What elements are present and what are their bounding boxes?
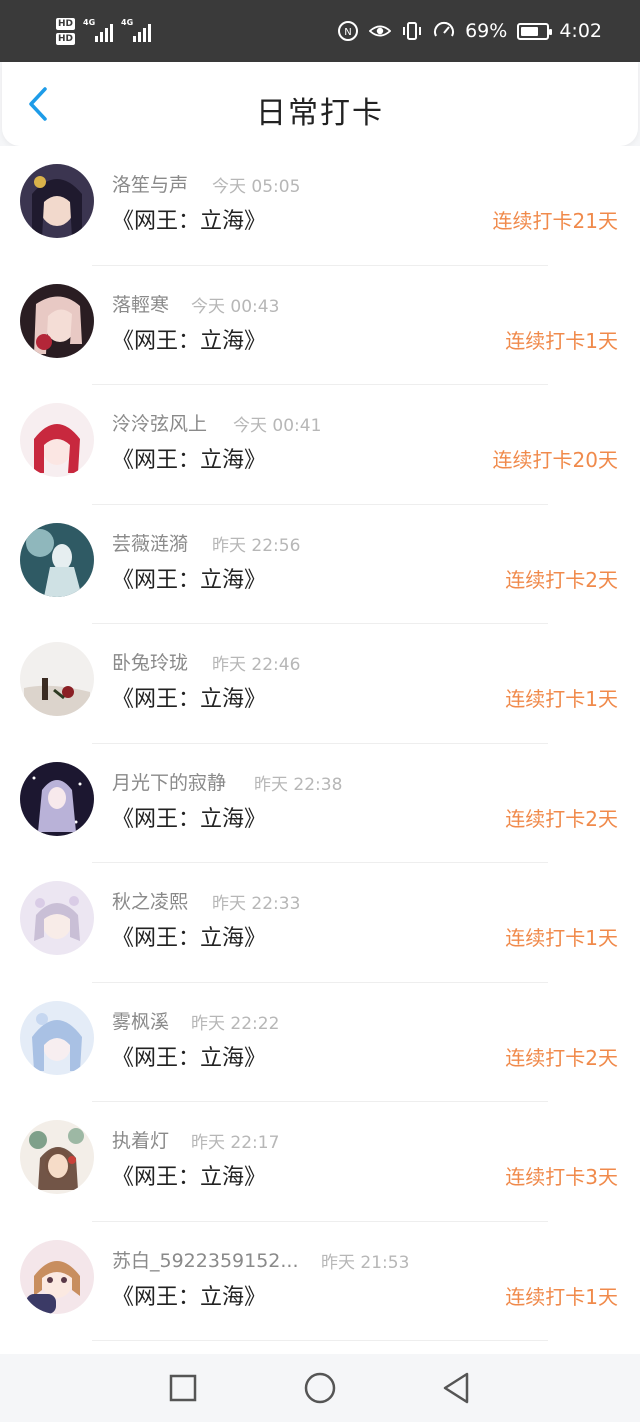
- list-item[interactable]: 泠泠弦风上 今天 00:41 《网王：立海》 连续打卡20天: [0, 385, 640, 505]
- list-item[interactable]: 苏白_5922359152... 昨天 21:53 《网王：立海》 连续打卡1天: [0, 1222, 640, 1341]
- user-name[interactable]: 芸薇涟漪: [112, 529, 188, 556]
- streak-label: 连续打卡2天: [505, 567, 618, 592]
- list-item[interactable]: 雾枫溪 昨天 22:22 《网王：立海》 连续打卡2天: [0, 983, 640, 1102]
- nav-back-button[interactable]: [436, 1368, 476, 1408]
- book-title[interactable]: 《网王：立海》: [112, 203, 266, 235]
- book-title[interactable]: 《网王：立海》: [112, 1040, 266, 1072]
- hd-badge-2: HD: [56, 32, 76, 45]
- status-right: N 69% 4:02: [337, 14, 602, 48]
- system-nav-bar: [0, 1354, 640, 1422]
- status-left: HD HD 4G 4G: [56, 12, 152, 50]
- book-title[interactable]: 《网王：立海》: [112, 323, 266, 355]
- list-item[interactable]: 月光下的寂静 昨天 22:38 《网王：立海》 连续打卡2天: [0, 744, 640, 863]
- list-item[interactable]: 落輕寒 今天 00:43 《网王：立海》 连续打卡1天: [0, 266, 640, 385]
- hd-badge-1: HD: [56, 17, 76, 30]
- checkin-time: 今天 00:43: [191, 296, 280, 317]
- avatar[interactable]: [20, 164, 94, 238]
- user-name[interactable]: 泠泠弦风上: [112, 409, 207, 436]
- checkin-list[interactable]: 洛笙与声 今天 05:05 《网王：立海》 连续打卡21天 落輕寒 今天 00:…: [0, 146, 640, 1354]
- checkin-time: 今天 05:05: [212, 177, 301, 197]
- user-name[interactable]: 洛笙与声: [112, 170, 188, 197]
- list-item[interactable]: 执着灯 昨天 22:17 《网王：立海》 连续打卡3天: [0, 1102, 640, 1222]
- checkin-time: 今天 00:41: [233, 416, 322, 436]
- header: 日常打卡: [2, 62, 638, 146]
- checkin-time: 昨天 22:17: [191, 1133, 280, 1153]
- book-title[interactable]: 《网王：立海》: [112, 562, 266, 594]
- user-name[interactable]: 执着灯: [112, 1126, 169, 1153]
- divider: [92, 1340, 548, 1341]
- book-title[interactable]: 《网王：立海》: [112, 1159, 266, 1191]
- book-title[interactable]: 《网王：立海》: [112, 801, 266, 833]
- avatar[interactable]: [20, 403, 94, 477]
- streak-label: 连续打卡2天: [505, 806, 618, 831]
- streak-label: 连续打卡20天: [492, 448, 618, 472]
- status-bar: HD HD 4G 4G N 69% 4:02: [0, 0, 640, 62]
- checkin-time: 昨天 22:33: [212, 894, 301, 914]
- avatar[interactable]: [20, 522, 94, 597]
- checkin-time: 昨天 22:22: [191, 1013, 280, 1034]
- streak-label: 连续打卡1天: [505, 1284, 618, 1309]
- avatar[interactable]: [20, 283, 94, 358]
- speed-icon: [433, 20, 455, 42]
- book-title[interactable]: 《网王：立海》: [112, 442, 266, 474]
- streak-label: 连续打卡1天: [505, 328, 618, 353]
- avatar[interactable]: [20, 761, 94, 836]
- clock: 4:02: [559, 20, 602, 42]
- user-name[interactable]: 卧兔玲珑: [112, 648, 188, 675]
- signal-icon-2: 4G: [121, 18, 152, 42]
- streak-label: 连续打卡1天: [505, 687, 618, 711]
- avatar[interactable]: [20, 1000, 94, 1075]
- avatar[interactable]: [20, 642, 94, 716]
- book-title[interactable]: 《网王：立海》: [112, 1279, 266, 1311]
- nfc-icon: N: [337, 20, 359, 42]
- list-item[interactable]: 卧兔玲珑 昨天 22:46 《网王：立海》 连续打卡1天: [0, 624, 640, 744]
- square-icon: [169, 1374, 197, 1402]
- streak-label: 连续打卡3天: [505, 1165, 618, 1189]
- checkin-time: 昨天 22:46: [212, 655, 301, 675]
- recent-apps-button[interactable]: [163, 1368, 203, 1408]
- list-item[interactable]: 芸薇涟漪 昨天 22:56 《网王：立海》 连续打卡2天: [0, 505, 640, 624]
- streak-label: 连续打卡1天: [505, 926, 618, 950]
- avatar[interactable]: [20, 881, 94, 955]
- checkin-time: 昨天 22:56: [212, 535, 301, 556]
- checkin-time: 昨天 22:38: [254, 774, 343, 795]
- vibrate-icon: [401, 20, 423, 42]
- list-item[interactable]: 秋之凌熙 昨天 22:33 《网王：立海》 连续打卡1天: [0, 863, 640, 983]
- book-title[interactable]: 《网王：立海》: [112, 920, 266, 952]
- user-name[interactable]: 雾枫溪: [112, 1007, 169, 1034]
- user-name[interactable]: 秋之凌熙: [112, 887, 188, 914]
- battery-percent: 69%: [465, 20, 508, 42]
- user-name[interactable]: 苏白_5922359152...: [112, 1246, 299, 1273]
- streak-label: 连续打卡21天: [492, 209, 618, 233]
- avatar[interactable]: [20, 1120, 94, 1194]
- home-button[interactable]: [300, 1368, 340, 1408]
- svg-text:N: N: [344, 27, 351, 38]
- battery-icon: [517, 22, 553, 40]
- book-title[interactable]: 《网王：立海》: [112, 681, 266, 713]
- checkin-time: 昨天 21:53: [321, 1252, 410, 1273]
- avatar[interactable]: [20, 1239, 94, 1314]
- user-name[interactable]: 落輕寒: [112, 290, 169, 317]
- triangle-back-icon: [443, 1372, 469, 1404]
- eye-icon: [369, 20, 392, 42]
- user-name[interactable]: 月光下的寂静: [112, 768, 226, 795]
- page-title: 日常打卡: [256, 96, 384, 131]
- circle-icon: [304, 1372, 336, 1404]
- signal-icon-1: 4G: [83, 18, 114, 42]
- list-item[interactable]: 洛笙与声 今天 05:05 《网王：立海》 连续打卡21天: [0, 146, 640, 266]
- streak-label: 连续打卡2天: [505, 1045, 618, 1070]
